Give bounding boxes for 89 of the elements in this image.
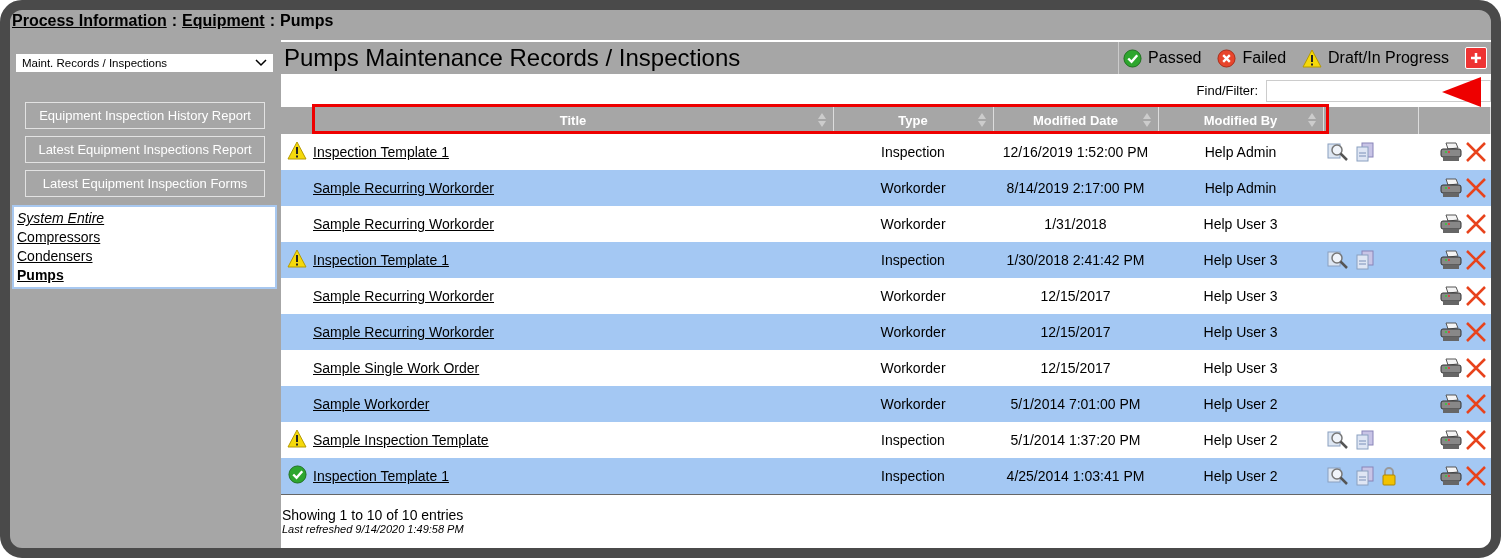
table-cell: 5/1/2014 7:01:00 PM xyxy=(1010,396,1141,412)
legend-label: Draft/In Progress xyxy=(1328,49,1449,67)
printer-icon[interactable] xyxy=(1438,214,1463,234)
magnifier-icon[interactable] xyxy=(1327,142,1349,162)
plus-icon xyxy=(1470,52,1482,64)
warning-icon xyxy=(1302,48,1323,68)
view-dropdown[interactable]: Maint. Records / Inspections xyxy=(16,54,273,72)
table-cell: Help User 2 xyxy=(1203,396,1278,412)
table-cell: Help User 3 xyxy=(1203,324,1278,340)
table-cell: Help User 3 xyxy=(1203,216,1278,232)
table-cell: 5/1/2014 1:37:20 PM xyxy=(1010,432,1141,448)
printer-icon[interactable] xyxy=(1438,466,1463,486)
table-cell: Help User 3 xyxy=(1203,288,1278,304)
record-link[interactable]: Sample Workorder xyxy=(313,396,430,412)
table-cell: 1/31/2018 xyxy=(1044,216,1107,232)
delete-icon[interactable] xyxy=(1464,285,1487,307)
tree-item[interactable]: Pumps xyxy=(17,266,64,285)
breadcrumb-separator: : xyxy=(269,12,276,31)
breadcrumb-separator: : xyxy=(171,12,178,31)
legend-label: Failed xyxy=(1242,49,1287,67)
printer-icon[interactable] xyxy=(1438,250,1463,270)
table-cell: Inspection xyxy=(881,468,945,484)
table-cell: Help User 2 xyxy=(1203,468,1278,484)
delete-icon[interactable] xyxy=(1464,429,1487,451)
table-cell: Help User 2 xyxy=(1203,432,1278,448)
table-cell: Help User 3 xyxy=(1203,252,1278,268)
printer-icon[interactable] xyxy=(1438,142,1463,162)
table-cell: 1/30/2018 2:41:42 PM xyxy=(1006,252,1145,268)
warning-icon xyxy=(287,429,307,448)
table-cell: Help Admin xyxy=(1204,180,1277,196)
page-title: Pumps Maintenance Records / Inspections xyxy=(283,44,742,72)
record-link[interactable]: Sample Inspection Template xyxy=(313,432,489,448)
table-cell: Help User 3 xyxy=(1203,360,1278,376)
table-cell: Workorder xyxy=(880,216,946,232)
table-cell: Workorder xyxy=(880,180,946,196)
record-link[interactable]: Inspection Template 1 xyxy=(313,144,449,160)
record-link[interactable]: Inspection Template 1 xyxy=(313,252,449,268)
warning-icon xyxy=(287,249,307,268)
printer-icon[interactable] xyxy=(1438,178,1463,198)
table-cell: 12/16/2019 1:52:00 PM xyxy=(1002,144,1149,160)
breadcrumb-link[interactable]: Process Information xyxy=(12,12,167,36)
printer-icon[interactable] xyxy=(1438,394,1463,414)
entries-info: Showing 1 to 10 of 10 entries xyxy=(282,507,465,523)
magnifier-icon[interactable] xyxy=(1327,250,1349,270)
breadcrumb-link[interactable]: Equipment xyxy=(182,12,265,36)
delete-icon[interactable] xyxy=(1464,141,1487,163)
table-cell: Inspection xyxy=(881,432,945,448)
check-icon xyxy=(1123,48,1143,68)
record-link[interactable]: Sample Recurring Workorder xyxy=(313,324,495,340)
printer-icon[interactable] xyxy=(1438,430,1463,450)
magnifier-icon[interactable] xyxy=(1327,430,1349,450)
printer-icon[interactable] xyxy=(1438,358,1463,378)
record-link[interactable]: Sample Recurring Workorder xyxy=(313,180,495,196)
record-link[interactable]: Sample Single Work Order xyxy=(313,360,480,376)
table-cell: Workorder xyxy=(880,360,946,376)
table-cell: Workorder xyxy=(880,288,946,304)
record-link[interactable]: Sample Recurring Workorder xyxy=(313,216,495,232)
table-cell: 4/25/2014 1:03:41 PM xyxy=(1006,468,1145,484)
copy-icon[interactable] xyxy=(1355,430,1375,450)
copy-icon[interactable] xyxy=(1355,142,1375,162)
tree-item[interactable]: System Entire xyxy=(17,209,105,228)
delete-icon[interactable] xyxy=(1464,213,1487,235)
cross-circle-icon xyxy=(1217,48,1237,68)
record-link[interactable]: Inspection Template 1 xyxy=(313,468,449,484)
legend-label: Passed xyxy=(1148,49,1202,67)
printer-icon[interactable] xyxy=(1438,286,1463,306)
warning-icon xyxy=(287,141,307,160)
table-cell: Workorder xyxy=(880,324,946,340)
table-cell: Help Admin xyxy=(1204,144,1277,160)
breadcrumb-current: Pumps xyxy=(280,12,334,31)
tree-item[interactable]: Condensers xyxy=(17,247,93,266)
refresh-time: Last refreshed 9/14/2020 1:49:58 PM xyxy=(282,523,465,535)
table-cell: 12/15/2017 xyxy=(1040,324,1111,340)
chevron-icon xyxy=(255,59,267,67)
table-cell: 12/15/2017 xyxy=(1040,288,1111,304)
table-cell: Inspection xyxy=(881,144,945,160)
printer-icon[interactable] xyxy=(1438,322,1463,342)
lock-icon xyxy=(1381,466,1397,486)
tree-item[interactable]: Compressors xyxy=(17,228,101,247)
filter-label: Find/Filter: xyxy=(1196,83,1258,98)
magnifier-icon[interactable] xyxy=(1327,466,1349,486)
table-cell: Inspection xyxy=(881,252,945,268)
record-link[interactable]: Sample Recurring Workorder xyxy=(313,288,495,304)
add-button[interactable] xyxy=(1465,47,1487,69)
delete-icon[interactable] xyxy=(1464,357,1487,379)
check-icon xyxy=(287,465,307,484)
table-cell: 12/15/2017 xyxy=(1040,360,1111,376)
table-cell: 8/14/2019 2:17:00 PM xyxy=(1006,180,1145,196)
table-cell: Workorder xyxy=(880,396,946,412)
